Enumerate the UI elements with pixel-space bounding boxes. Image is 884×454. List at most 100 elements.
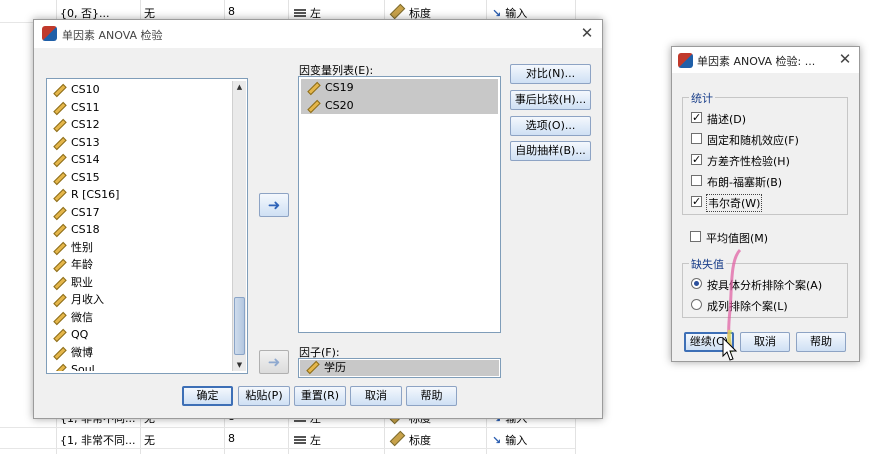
dependent-list-item[interactable]: CS20 [301,96,498,114]
variable-list-item[interactable]: CS15 [47,169,233,187]
vertical-scrollbar[interactable]: ▲ ▼ [232,81,246,371]
variable-list-item[interactable]: 月收入 [47,291,233,309]
table-row[interactable]: {1, 非常不同... 无 8 左 标度 ↘输入 [0,429,575,449]
variable-list-item[interactable]: CS14 [47,151,233,169]
ruler-icon [53,206,67,220]
paste-button[interactable]: 粘贴(P) [238,386,290,406]
variable-label: CS17 [71,205,100,219]
post-hoc-button[interactable]: 事后比较(H)... [510,90,591,110]
factor-field[interactable]: 学历 [298,358,501,378]
one-way-anova-dialog: 单因素 ANOVA 检验 ✕ CS10 CS11 CS12 CS13 CS14 CS15 R… [33,19,603,419]
dialog-title: 单因素 ANOVA 检验 [62,29,163,42]
variable-label: R [CS16] [71,188,120,201]
ruler-icon [53,241,67,255]
variable-label: Soul [71,363,95,371]
variable-list-item[interactable]: CS13 [47,134,233,152]
variable-label: CS18 [71,223,100,236]
scroll-up-icon[interactable]: ▲ [233,81,246,93]
close-icon[interactable]: ✕ [578,24,596,42]
dependent-variable-label: CS19 [325,81,354,94]
contrasts-button[interactable]: 对比(N)... [510,64,591,84]
variable-label: 职业 [71,275,93,289]
title-bar[interactable]: 单因素 ANOVA 检验 ✕ [34,20,602,48]
factor-variable[interactable]: 学历 [300,360,499,376]
variable-list-item[interactable]: 职业 [47,274,233,292]
checkbox-box[interactable]: ✓ [691,154,702,165]
variable-list-item[interactable]: CS12 [47,116,233,134]
ruler-icon [53,188,67,203]
dependent-list[interactable]: CS19 CS20 [298,76,501,333]
variable-label: CS13 [71,135,100,149]
ruler-icon [53,258,67,273]
check-mark-icon: ✓ [692,153,702,166]
ruler-icon [53,153,67,168]
variable-list-item[interactable]: 微信 [47,309,233,327]
measure-cell[interactable]: 标度 [389,430,431,448]
align-cell[interactable]: 左 [294,432,321,448]
ruler-icon [306,360,320,375]
variable-list-item[interactable]: 性别 [47,239,233,257]
variable-list-item[interactable]: CS11 [47,99,233,117]
variable-label: CS15 [71,170,100,184]
variable-label: CS11 [71,100,100,114]
descriptive-label: 描述(D) [707,113,747,126]
variable-label: QQ [71,328,89,341]
variable-label: 性别 [71,240,93,254]
variable-label: 年龄 [71,258,93,271]
ruler-icon [53,346,67,360]
options-button[interactable]: 选项(O)... [510,116,591,136]
check-mark-icon: ✓ [692,111,702,124]
spss-app-icon [678,53,693,68]
help-button[interactable]: 帮助 [406,386,457,406]
values-cell[interactable]: {1, 非常不同... [60,432,135,448]
checkbox-box[interactable] [691,133,702,144]
ruler-icon [53,223,67,238]
variable-list-item[interactable]: 微博 [47,344,233,362]
missing-cell[interactable]: 无 [144,432,155,448]
ruler-icon [53,311,67,325]
variable-list-item[interactable]: R [CS16] [47,186,233,204]
factor-variable-label: 学历 [324,361,346,374]
variable-label: CS14 [71,153,100,166]
arrow-right-icon: ➜ [267,353,281,371]
statistics-group-title: 统计 [689,90,715,106]
ruler-icon [307,99,321,113]
grid-line [0,427,575,428]
scroll-thumb[interactable] [234,297,245,355]
dependent-variable-label: CS20 [325,98,354,112]
columns-cell[interactable]: 8 [228,432,235,445]
variable-list-item[interactable]: 年龄 [47,256,233,274]
spss-app-icon [42,26,57,41]
align-left-icon [294,9,306,18]
cancel-button[interactable]: 取消 [350,386,402,406]
variable-list-item[interactable]: CS10 [47,81,233,99]
role-cell[interactable]: ↘输入 [492,432,527,448]
bootstrap-button[interactable]: 自助抽样(B)... [510,141,591,161]
ruler-icon [53,101,67,115]
ruler-icon [53,293,67,308]
variable-list-item[interactable]: CS18 [47,221,233,239]
ruler-icon [53,118,67,133]
reset-button[interactable]: 重置(R) [294,386,346,406]
source-variable-list[interactable]: CS10 CS11 CS12 CS13 CS14 CS15 R [CS16] CS17 CS18… [46,78,248,374]
checkbox-box[interactable]: ✓ [691,112,702,123]
ok-button[interactable]: 确定 [182,386,233,406]
move-to-factor-button[interactable]: ➜ [259,350,289,374]
close-icon[interactable]: ✕ [836,50,854,68]
align-left-icon [294,436,306,445]
homogeneity-test-label: 方差齐性检验(H) [707,155,790,168]
variable-list-item[interactable]: QQ [47,326,233,344]
move-to-dependent-button[interactable]: ➜ [259,193,289,217]
dependent-list-items: CS19 CS20 [301,79,498,114]
title-bar[interactable]: 单因素 ANOVA 检验: ... ✕ [672,47,859,73]
variable-list-items: CS10 CS11 CS12 CS13 CS14 CS15 R [CS16] CS17 CS18… [47,81,233,371]
dependent-list-item[interactable]: CS19 [301,79,498,97]
variable-list-item[interactable]: Soul [47,361,233,371]
dialog-title: 单因素 ANOVA 检验: ... [697,55,816,68]
variable-list-item[interactable]: CS17 [47,204,233,222]
scroll-down-icon[interactable]: ▼ [233,359,246,371]
columns-cell[interactable]: 8 [228,5,235,18]
help-button[interactable]: 帮助 [796,332,846,352]
annotation-stroke [727,248,742,353]
scale-icon [389,3,406,20]
